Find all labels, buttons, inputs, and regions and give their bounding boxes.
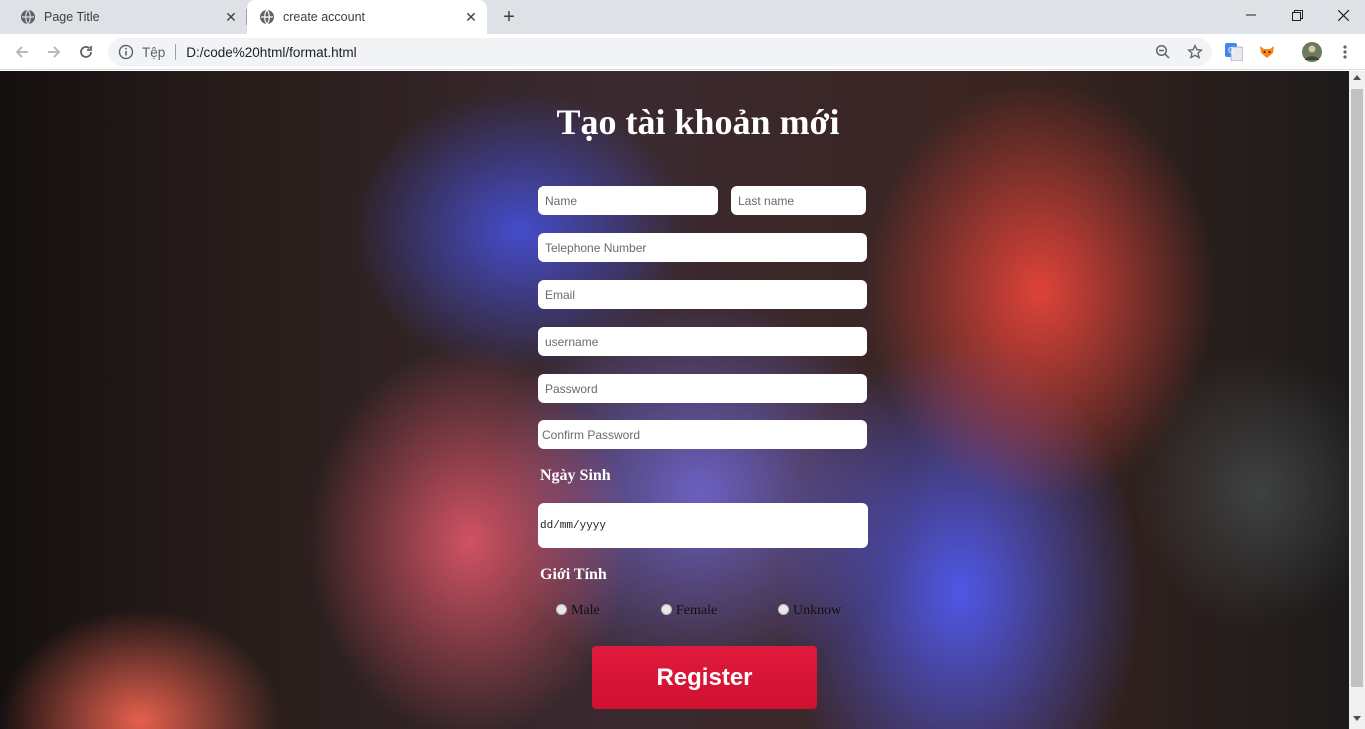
profile-avatar[interactable] xyxy=(1300,40,1324,64)
scroll-thumb[interactable] xyxy=(1351,89,1363,687)
confirm-password-field[interactable] xyxy=(538,420,867,449)
last-name-field[interactable] xyxy=(731,186,866,215)
password-field[interactable] xyxy=(538,374,867,403)
globe-icon xyxy=(21,9,35,25)
radio-button[interactable] xyxy=(556,603,567,615)
close-tab-icon[interactable]: ✕ xyxy=(223,9,239,25)
reload-button[interactable] xyxy=(74,40,98,64)
register-button[interactable]: Register xyxy=(592,646,817,709)
page-title: Tạo tài khoản mới xyxy=(556,102,840,142)
username-field[interactable] xyxy=(538,327,867,356)
birthday-date-input[interactable]: dd/mm/yyyy xyxy=(538,503,868,548)
restore-button[interactable] xyxy=(1274,0,1320,30)
minimize-button[interactable] xyxy=(1228,0,1274,30)
divider xyxy=(175,44,177,60)
radio-button[interactable] xyxy=(778,603,789,615)
minimize-icon xyxy=(1246,14,1256,16)
tab-page-title[interactable]: Page Title ✕ xyxy=(0,0,247,34)
close-icon xyxy=(1337,9,1349,21)
tab-title: Page Title xyxy=(44,10,100,24)
menu-button[interactable] xyxy=(1333,40,1357,64)
gender-option-female[interactable]: Female xyxy=(661,599,717,619)
radio-label: Female xyxy=(676,603,718,618)
url-text[interactable]: D:/code%20html/format.html xyxy=(186,45,356,60)
svg-text:G: G xyxy=(1228,46,1234,55)
telephone-field[interactable] xyxy=(538,233,867,262)
page-viewport: Tạo tài khoản mới Ngày Sinh dd/mm/yyyy G… xyxy=(0,71,1349,729)
tab-strip: Page Title ✕ create account ✕ + xyxy=(0,0,1365,34)
close-tab-icon[interactable]: ✕ xyxy=(463,9,479,25)
translate-extension-button[interactable]: G xyxy=(1222,40,1246,64)
scroll-up-icon[interactable] xyxy=(1353,75,1361,80)
forward-button[interactable] xyxy=(42,40,66,64)
date-value: dd/mm/yyyy xyxy=(540,519,607,532)
new-tab-button[interactable]: + xyxy=(498,6,520,28)
address-bar[interactable]: Tệp D:/code%20html/format.html xyxy=(108,38,1212,66)
gender-label: Giới Tính xyxy=(540,566,607,583)
scroll-down-icon[interactable] xyxy=(1353,716,1361,721)
tab-title: create account xyxy=(283,10,365,24)
translate-icon: G xyxy=(1225,43,1243,61)
tab-create-account[interactable]: create account ✕ xyxy=(247,0,487,34)
zoom-out-icon xyxy=(1155,44,1170,59)
globe-icon xyxy=(260,9,274,25)
zoom-button[interactable] xyxy=(1151,40,1175,64)
email-field[interactable] xyxy=(538,280,867,309)
browser-toolbar: Tệp D:/code%20html/format.html G xyxy=(0,34,1365,70)
name-field[interactable] xyxy=(538,186,718,215)
arrow-left-icon xyxy=(15,46,28,58)
scheme-label: Tệp xyxy=(142,44,166,60)
fox-icon xyxy=(1260,46,1274,58)
avatar-icon xyxy=(1302,42,1322,62)
bookmark-button[interactable] xyxy=(1183,40,1207,64)
star-icon xyxy=(1187,44,1203,59)
gender-option-male[interactable]: Male xyxy=(556,599,600,619)
close-window-button[interactable] xyxy=(1320,0,1365,30)
restore-icon xyxy=(1291,9,1303,21)
info-icon[interactable] xyxy=(118,44,134,60)
fox-extension-button[interactable] xyxy=(1255,40,1279,64)
arrow-right-icon xyxy=(48,46,61,58)
more-vert-icon xyxy=(1343,45,1347,59)
radio-button[interactable] xyxy=(661,603,672,615)
reload-icon xyxy=(80,46,92,58)
gender-option-unknown[interactable]: Unknow xyxy=(778,599,841,619)
birthday-label: Ngày Sinh xyxy=(540,467,611,484)
radio-label: Male xyxy=(571,603,600,618)
radio-label: Unknow xyxy=(793,603,842,618)
back-button[interactable] xyxy=(10,40,34,64)
